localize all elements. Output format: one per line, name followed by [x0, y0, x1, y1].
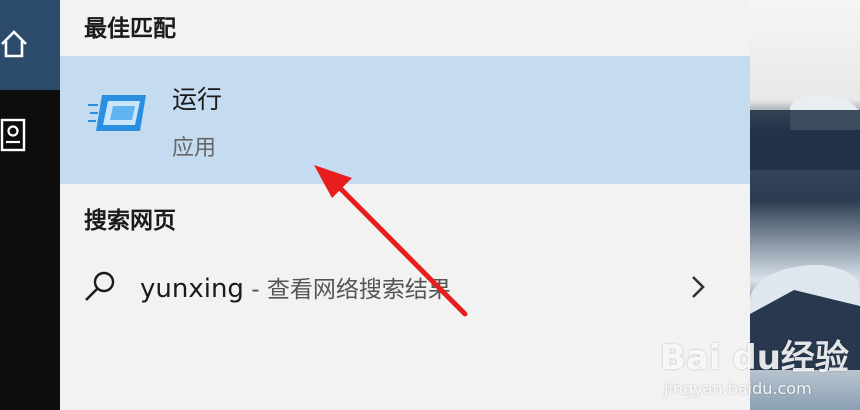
web-search-description: 查看网络搜索结果: [266, 277, 451, 303]
web-search-result[interactable]: yunxing - 查看网络搜索结果: [60, 252, 750, 322]
best-match-result[interactable]: 运行 应用: [60, 56, 750, 184]
chevron-right-icon[interactable]: [688, 272, 708, 302]
best-match-heading: 最佳匹配: [84, 16, 176, 42]
search-query: yunxing: [140, 274, 244, 304]
wallpaper-mountain: [750, 110, 860, 170]
left-rail: [0, 0, 60, 410]
separator: -: [243, 277, 267, 303]
app-name: 运行: [172, 85, 223, 114]
web-search-text: yunxing - 查看网络搜索结果: [140, 270, 451, 304]
web-search-heading: 搜索网页: [84, 208, 176, 234]
document-icon: [0, 118, 26, 152]
search-icon: [85, 271, 115, 301]
home-icon: [1, 30, 27, 58]
desktop-wallpaper: [750, 0, 860, 410]
search-results-panel: 最佳匹配 运行 应用 搜索网页 yunxing - 查看网络搜索结果: [60, 0, 750, 410]
rail-home-button[interactable]: [0, 0, 60, 90]
run-app-icon: [88, 95, 146, 131]
app-type: 应用: [172, 136, 217, 161]
